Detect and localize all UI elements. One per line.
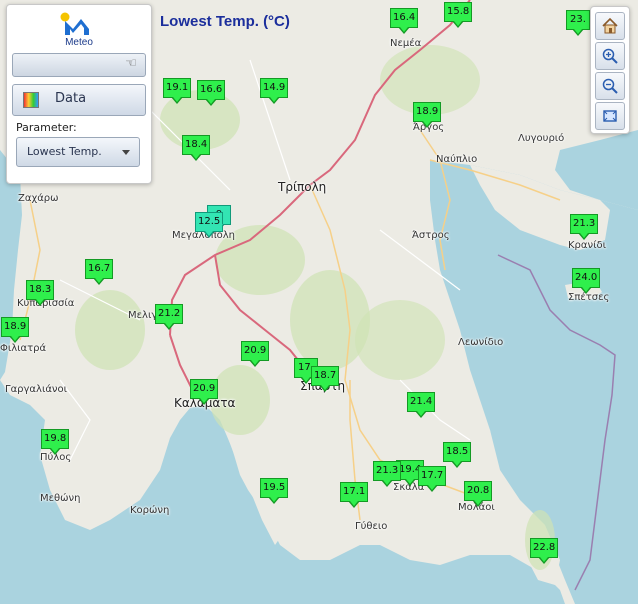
place-label-zacharo: Ζαχάρω [18, 193, 59, 204]
station-marker[interactable]: 18.4 [182, 135, 211, 161]
station-marker[interactable]: 18.3 [26, 280, 55, 306]
time-slider[interactable]: ☜ [12, 53, 146, 77]
station-marker[interactable]: 20.8 [464, 481, 493, 507]
place-label-filiatra: Φιλιατρά [0, 343, 47, 354]
station-marker[interactable]: 16.4 [390, 8, 419, 34]
map-title: Lowest Temp. (°C) [160, 13, 290, 30]
zoom-in-button[interactable] [595, 42, 625, 70]
station-marker[interactable]: 21.3 [570, 214, 599, 240]
map-toolbar [590, 6, 630, 134]
place-label-leonidio: Λεωνίδιο [458, 337, 504, 348]
station-marker[interactable]: 18.9 [1, 317, 30, 343]
place-label-gargaliani: Γαργαλιάνοι [5, 384, 68, 395]
station-marker[interactable]: 16.6 [197, 80, 226, 106]
station-marker[interactable]: 21.4 [407, 392, 436, 418]
station-marker[interactable]: 19.8 [41, 429, 70, 455]
meteo-logo-icon [60, 12, 89, 35]
place-label-koroni: Κορώνη [130, 505, 170, 516]
zoom-out-icon [602, 78, 618, 94]
data-button-label: Data [55, 91, 87, 106]
chevron-down-icon [122, 150, 130, 155]
place-label-nafplio: Ναύπλιο [436, 154, 478, 165]
station-marker[interactable]: 19.1 [163, 78, 192, 104]
station-marker[interactable]: 17.7 [418, 466, 447, 492]
logo-text: Meteo [65, 37, 93, 48]
place-label-tripoli: Τρίπολη [278, 180, 327, 194]
station-marker[interactable]: 22.8 [530, 538, 559, 564]
place-label-astros: Άστρος [412, 230, 450, 241]
station-marker[interactable]: 20.9 [190, 379, 219, 405]
station-marker[interactable]: 20.9 [241, 341, 270, 367]
place-label-kranidi: Κρανίδι [568, 240, 606, 251]
station-marker[interactable]: 15.8 [444, 2, 473, 28]
hand-pointer-icon[interactable]: ☜ [125, 56, 137, 71]
station-marker[interactable]: 23. [566, 10, 590, 36]
station-marker[interactable]: 17.1 [340, 482, 369, 508]
data-button[interactable]: Data [12, 84, 146, 116]
parameter-label: Parameter: [16, 121, 77, 134]
station-marker[interactable]: 19.5 [260, 478, 289, 504]
station-marker[interactable]: 21.2 [155, 304, 184, 330]
fit-extent-icon [603, 110, 617, 122]
station-marker[interactable]: 24.0 [572, 268, 601, 294]
home-icon [602, 17, 618, 34]
palette-icon [23, 92, 39, 108]
home-button[interactable] [595, 12, 625, 40]
fit-extent-button[interactable] [595, 102, 625, 130]
place-label-lygourio: Λυγουριό [518, 133, 565, 144]
control-panel: Meteo ☜ Data Parameter: Lowest Temp. [6, 4, 152, 184]
place-label-methoni: Μεθώνη [40, 493, 81, 504]
station-marker[interactable]: 18.9 [413, 102, 442, 128]
parameter-select-value: Lowest Temp. [27, 145, 102, 158]
station-marker[interactable]: 12.5 [195, 212, 224, 238]
parameter-select[interactable]: Lowest Temp. [16, 137, 140, 167]
station-marker[interactable]: 14.9 [260, 78, 289, 104]
station-marker[interactable]: 18.7 [311, 366, 340, 392]
zoom-in-icon [602, 48, 618, 64]
meteo-logo: Meteo [59, 11, 99, 51]
place-label-gytheio: Γύθειο [355, 521, 388, 532]
zoom-out-button[interactable] [595, 72, 625, 100]
place-label-nemea: Νεμέα [390, 38, 422, 49]
station-marker[interactable]: 16.7 [85, 259, 114, 285]
station-marker[interactable]: 21.3 [373, 461, 402, 487]
station-marker[interactable]: 18.5 [443, 442, 472, 468]
